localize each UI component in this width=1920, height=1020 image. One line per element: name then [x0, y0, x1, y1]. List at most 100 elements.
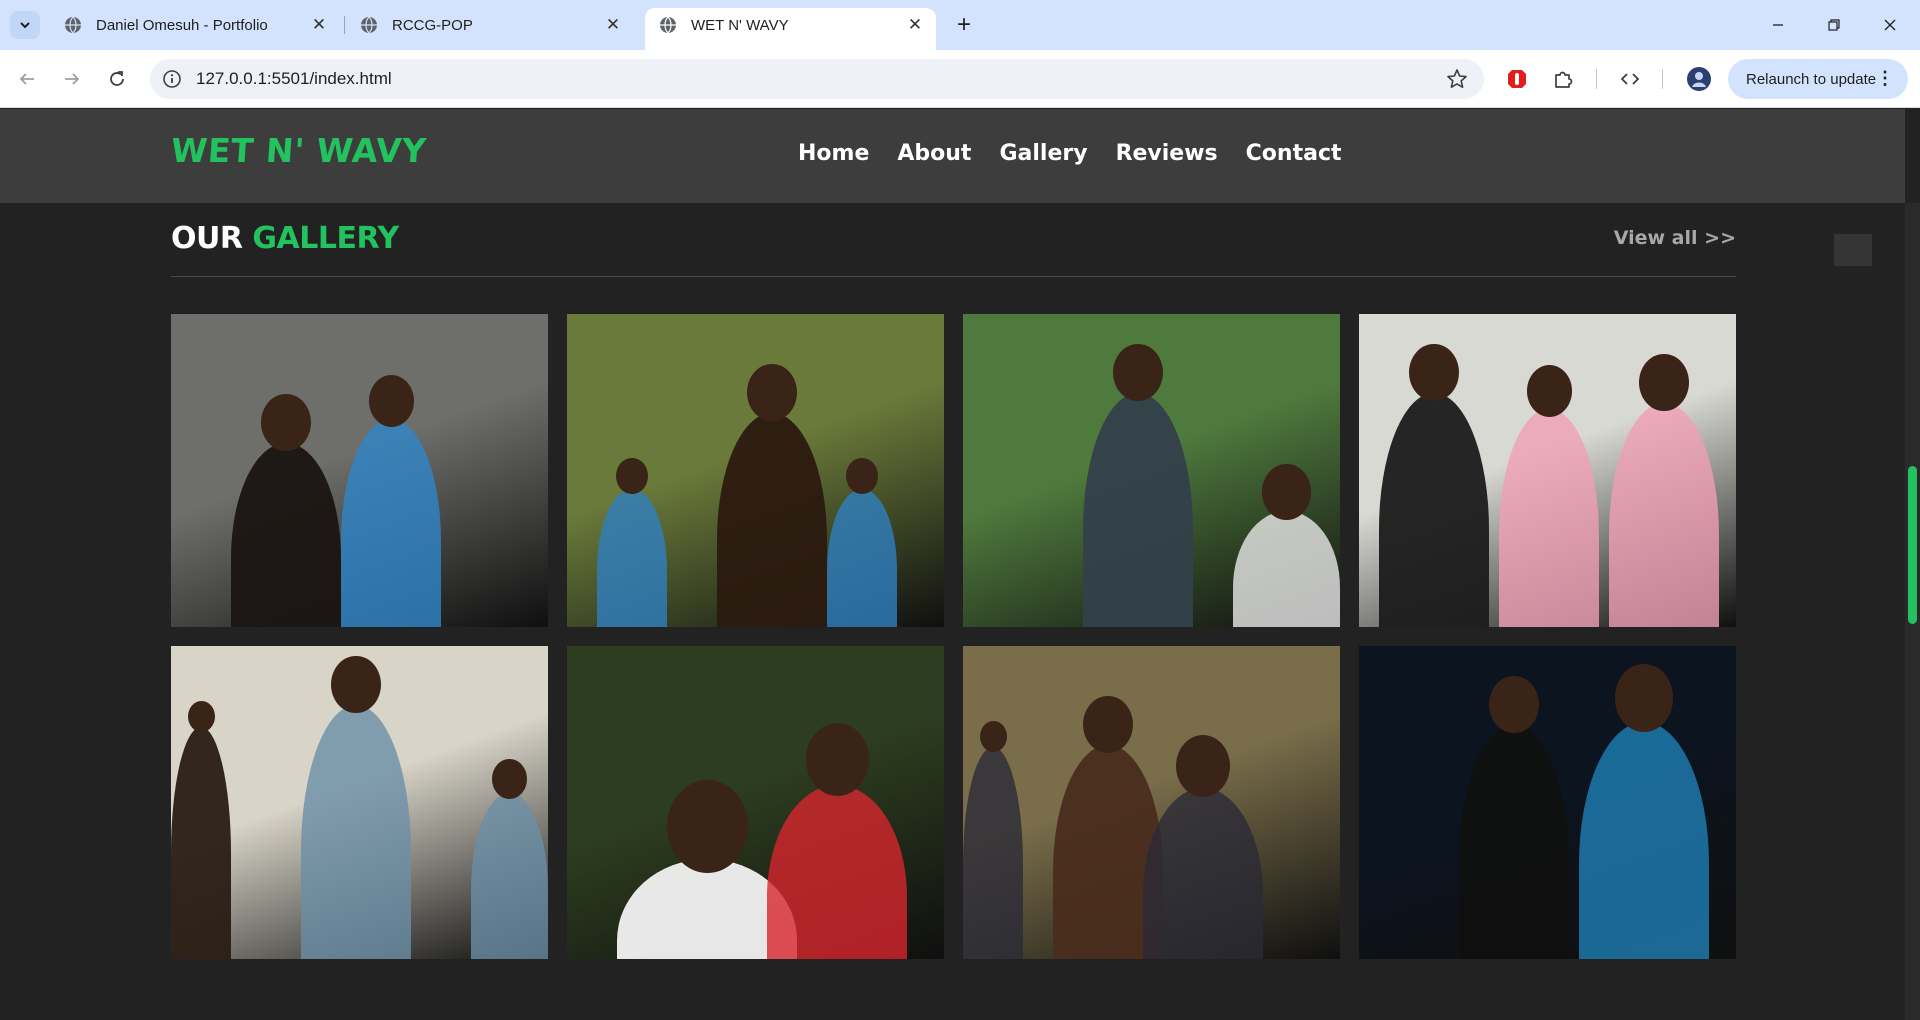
photo-figure-head [979, 720, 1007, 752]
tab-rccg-pop[interactable]: RCCG-POP ✕ [346, 8, 634, 42]
gallery-photo-6[interactable] [567, 646, 944, 959]
photo-figure [827, 488, 897, 627]
site-logo[interactable]: WET N' WAVY [170, 131, 428, 170]
close-tab-icon[interactable]: ✕ [604, 15, 622, 34]
chevron-down-icon [20, 22, 30, 29]
gallery-grid [171, 314, 1737, 959]
restore-button[interactable] [1806, 0, 1862, 50]
photo-figure-head [187, 700, 215, 732]
photo-figure [1459, 724, 1569, 959]
forward-button[interactable] [56, 63, 88, 95]
photo-figure [1379, 392, 1489, 627]
address-bar[interactable]: 127.0.0.1:5501/index.html [150, 59, 1484, 99]
url-text[interactable]: 127.0.0.1:5501/index.html [196, 69, 392, 89]
reload-button[interactable] [101, 63, 133, 95]
photo-figure [1233, 511, 1340, 627]
bookmark-star-icon[interactable] [1446, 68, 1468, 90]
photo-figure-head [492, 759, 527, 799]
avatar-icon [1687, 67, 1711, 91]
view-all-link[interactable]: View all >> [1614, 227, 1736, 249]
new-tab-button[interactable]: + [950, 11, 978, 39]
gallery-title: OUR GALLERY [171, 221, 1736, 256]
photo-figure-head [1176, 735, 1230, 798]
tab-search-button[interactable] [10, 11, 40, 39]
close-tab-icon[interactable]: ✕ [310, 15, 328, 34]
close-tab-icon[interactable]: ✕ [906, 15, 924, 34]
gallery-photo-3[interactable] [963, 314, 1340, 627]
page-scrollbar-thumb[interactable] [1908, 466, 1917, 624]
floating-widget[interactable] [1834, 234, 1872, 266]
browser-tab-bar: Daniel Omesuh - Portfolio ✕ RCCG-POP ✕ W… [0, 0, 1920, 50]
code-icon [1620, 73, 1640, 85]
photo-figure [717, 412, 827, 627]
gallery-title-gallery: GALLERY [252, 221, 399, 256]
minimize-button[interactable] [1750, 0, 1806, 50]
photo-figure-head [747, 364, 797, 422]
close-icon [1884, 19, 1896, 31]
photo-figure-head [1489, 676, 1539, 734]
photo-figure-head [846, 457, 878, 494]
photo-figure-head [805, 723, 869, 796]
nav-link-home[interactable]: Home [798, 141, 869, 166]
photo-figure [1499, 409, 1599, 627]
browser-toolbar: 127.0.0.1:5501/index.html Relaunch to up… [0, 50, 1920, 108]
gallery-photo-8[interactable] [1359, 646, 1736, 959]
puzzle-icon [1555, 71, 1573, 88]
gallery-title-our: OUR [171, 221, 243, 256]
photo-figure [1083, 392, 1193, 627]
photo-figure [341, 419, 441, 627]
arrow-right-icon [65, 73, 80, 85]
gallery-photo-2[interactable] [567, 314, 944, 627]
profile-avatar[interactable] [1686, 66, 1712, 92]
globe-icon [65, 16, 81, 34]
adblock-extension-icon[interactable] [1504, 66, 1530, 92]
photo-figure [301, 704, 411, 959]
gallery-photo-1[interactable] [171, 314, 548, 627]
photo-figure-head [1262, 464, 1311, 520]
shield-icon [1508, 70, 1526, 88]
photo-figure-head [1614, 664, 1674, 732]
tab-wet-n-wavy[interactable]: WET N' WAVY ✕ [645, 8, 936, 50]
globe-icon [660, 16, 676, 34]
photo-figure [597, 488, 667, 627]
photo-figure-head [261, 394, 311, 452]
nav-link-gallery[interactable]: Gallery [999, 141, 1087, 166]
photo-figure [1143, 788, 1263, 959]
photo-figure-head [616, 457, 648, 494]
globe-icon [361, 16, 377, 34]
toolbar-separator [1596, 69, 1597, 89]
gallery-photo-7[interactable] [963, 646, 1340, 959]
site-header: WET N' WAVY Home About Gallery Reviews C… [0, 109, 1905, 203]
photo-figure-head [1083, 696, 1133, 754]
close-window-button[interactable] [1862, 0, 1918, 50]
tab-title: Daniel Omesuh - Portfolio [96, 16, 268, 34]
nav-link-contact[interactable]: Contact [1246, 141, 1342, 166]
restore-icon [1828, 19, 1840, 31]
back-button[interactable] [11, 63, 43, 95]
nav-link-about[interactable]: About [897, 141, 971, 166]
site-info-icon[interactable] [162, 69, 182, 89]
more-menu-icon[interactable]: ⋮ [1876, 69, 1894, 87]
extensions-button[interactable] [1550, 66, 1576, 92]
gallery-photo-4[interactable] [1359, 314, 1736, 627]
photo-figure [1579, 721, 1709, 959]
photo-figure-head [1639, 354, 1689, 412]
photo-figure-head [666, 779, 748, 873]
main-nav: Home About Gallery Reviews Contact [798, 141, 1342, 166]
tab-portfolio[interactable]: Daniel Omesuh - Portfolio ✕ [50, 8, 340, 42]
photo-figure-head [1113, 344, 1163, 402]
nav-link-reviews[interactable]: Reviews [1116, 141, 1218, 166]
minimize-icon [1773, 24, 1783, 26]
photo-figure [171, 727, 231, 959]
page-viewport: WET N' WAVY Home About Gallery Reviews C… [0, 109, 1920, 1020]
photo-figure-head [1526, 365, 1572, 417]
photo-figure [231, 442, 341, 627]
photo-figure [767, 785, 907, 959]
arrow-left-icon [19, 73, 34, 85]
devtools-button[interactable] [1617, 66, 1643, 92]
reload-icon [110, 71, 124, 86]
relaunch-to-update-button[interactable]: Relaunch to update ⋮ [1728, 59, 1908, 99]
gallery-photo-5[interactable] [171, 646, 548, 959]
tab-separator [344, 16, 345, 34]
photo-figure-head [331, 656, 381, 714]
